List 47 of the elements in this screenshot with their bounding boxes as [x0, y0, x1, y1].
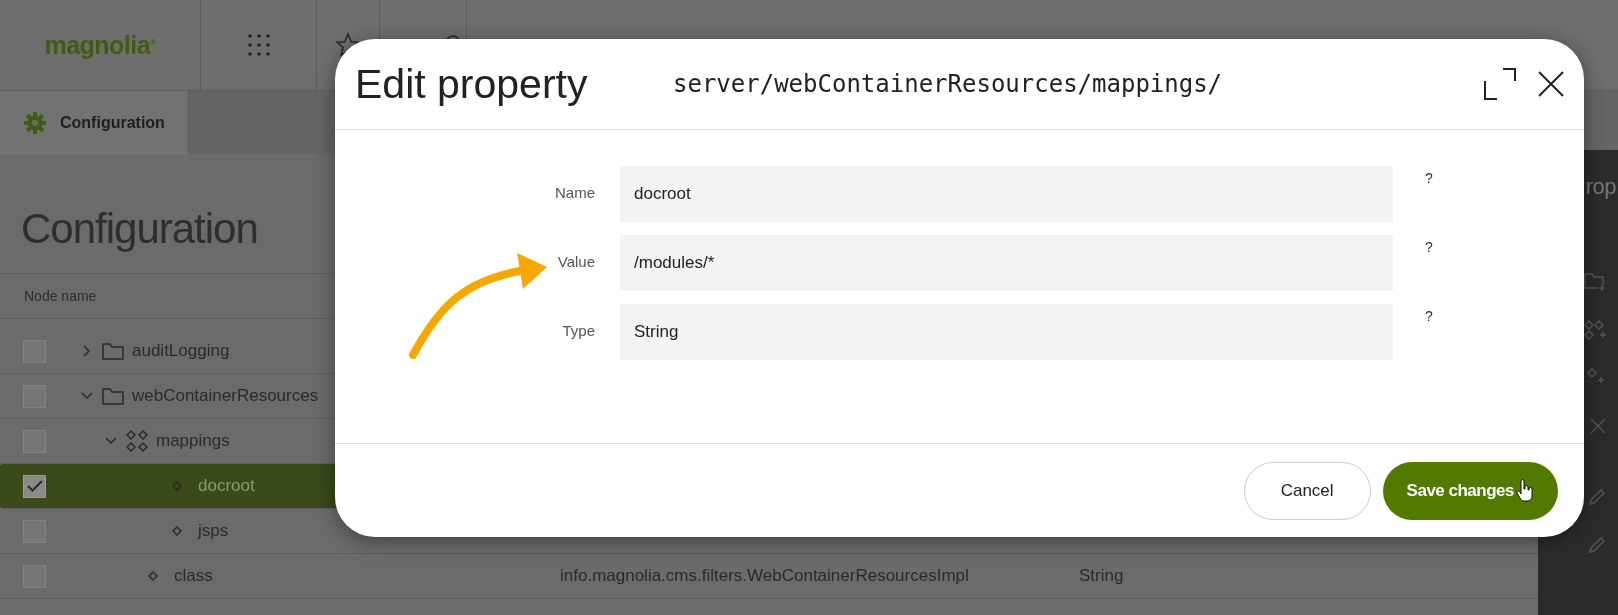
- maximize-icon: [1484, 68, 1516, 100]
- text-field[interactable]: docroot: [620, 166, 1393, 222]
- folder-icon: [102, 387, 124, 405]
- chevron-down-icon[interactable]: [81, 392, 93, 400]
- diamond-icon: [148, 571, 158, 581]
- row-checkbox[interactable]: [23, 474, 46, 498]
- close-button[interactable]: [1538, 71, 1564, 97]
- close-icon: [1538, 71, 1564, 97]
- field-label: Name: [554, 183, 596, 201]
- cancel-button[interactable]: Cancel: [1243, 461, 1371, 520]
- chevron-right-icon[interactable]: [83, 345, 91, 357]
- pencil-icon[interactable]: [1588, 536, 1606, 554]
- node-value: info.magnolia.cms.filters.WebContainerResourcesImpl: [560, 566, 970, 586]
- node-path: server/webContainerResources/mappings/: [673, 70, 1224, 98]
- help-marker[interactable]: ?: [1425, 235, 1433, 255]
- diamond-icon: [172, 481, 182, 491]
- gear-icon: [24, 112, 46, 134]
- node-name: class: [174, 566, 213, 586]
- field-label: Value: [556, 252, 596, 270]
- folder-icon: [102, 342, 124, 360]
- node-name: jsps: [198, 521, 229, 541]
- chevron-down-icon[interactable]: [105, 437, 117, 445]
- node-name: webContainerResources: [132, 386, 319, 406]
- field-label: Type: [561, 321, 596, 339]
- save-button[interactable]: Save changes: [1382, 461, 1558, 520]
- help-marker[interactable]: ?: [1425, 166, 1433, 186]
- text-field[interactable]: String: [620, 304, 1393, 360]
- hand-cursor-icon: [1516, 478, 1534, 503]
- node-name: mappings: [156, 431, 230, 451]
- add-folder-icon[interactable]: [1584, 272, 1606, 292]
- page-title: Configuration: [21, 205, 258, 253]
- pencil-icon[interactable]: [1588, 488, 1606, 506]
- text-field[interactable]: /modules/*: [620, 235, 1393, 291]
- maximize-button[interactable]: [1484, 68, 1516, 100]
- node-type: String: [1079, 566, 1124, 586]
- help-marker[interactable]: ?: [1425, 304, 1433, 324]
- close-icon[interactable]: [1590, 418, 1606, 434]
- diamond-icon: [172, 526, 182, 536]
- add-property-icon[interactable]: [1586, 368, 1606, 386]
- node-name: auditLogging: [132, 341, 230, 361]
- node-group-icon: [126, 430, 148, 452]
- app-grid-icon[interactable]: [246, 33, 271, 57]
- panel-title: rop: [1585, 174, 1616, 200]
- node-name: docroot: [198, 476, 255, 496]
- add-node-icon[interactable]: [1584, 320, 1606, 342]
- dialog-title: Edit property: [355, 60, 589, 108]
- check-icon: [26, 480, 43, 492]
